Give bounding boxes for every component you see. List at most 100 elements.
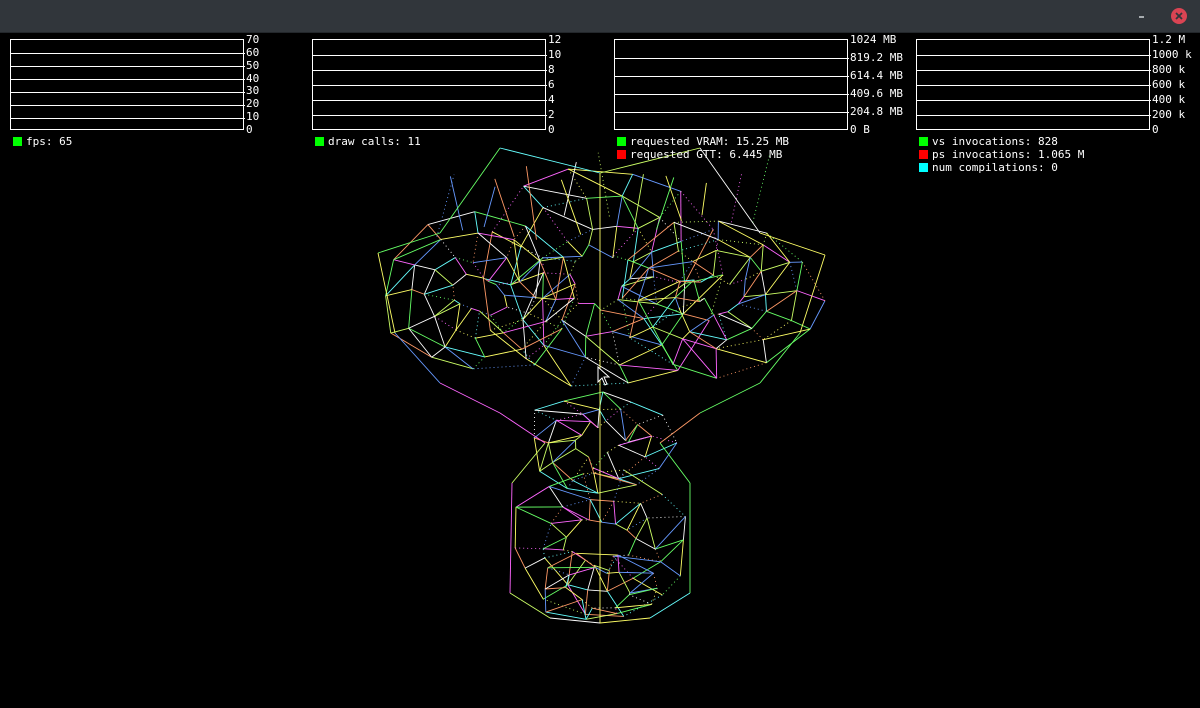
mesh-edge xyxy=(513,225,526,240)
mesh-edge xyxy=(730,171,743,223)
graph-tick-label: 1.2 M xyxy=(1152,33,1186,46)
mesh-edge xyxy=(718,313,753,329)
mesh-edge xyxy=(613,469,625,502)
mesh-edge xyxy=(718,220,767,234)
mesh-edge xyxy=(576,552,618,556)
mesh-edge xyxy=(608,555,614,571)
mesh-edge xyxy=(628,538,637,556)
mesh-edge xyxy=(452,273,467,286)
mesh-edge xyxy=(809,300,826,330)
graph-tick-label: 600 k xyxy=(1152,78,1186,91)
mesh-edge xyxy=(762,244,791,263)
mesh-edge xyxy=(612,226,618,258)
graph-grid-line xyxy=(11,118,245,119)
mesh-edge xyxy=(466,273,485,279)
mesh-edge xyxy=(562,257,575,299)
mesh-edge xyxy=(556,413,583,421)
mesh-edge xyxy=(494,178,515,237)
minimize-button[interactable] xyxy=(1134,8,1150,24)
mesh-edge xyxy=(555,257,564,300)
mesh-edge xyxy=(762,339,767,363)
mesh-edge xyxy=(474,211,479,234)
legend-color-swatch xyxy=(617,150,626,159)
mesh-edge xyxy=(716,362,767,379)
mesh-edge xyxy=(661,494,686,517)
mesh-edge xyxy=(439,382,501,414)
mesh-edge xyxy=(414,239,442,266)
graph-grid-line xyxy=(11,92,245,93)
mesh-edge xyxy=(434,269,454,286)
mesh-edge xyxy=(515,486,550,508)
mesh-edge xyxy=(587,589,608,592)
graph-tick-label: 2 xyxy=(548,108,555,121)
mesh-edge xyxy=(509,592,551,619)
mesh-edge xyxy=(637,300,654,328)
graph-tick-label: 6 xyxy=(548,78,555,91)
mesh-edge xyxy=(701,182,707,216)
mesh-edge xyxy=(563,391,603,402)
graph-legend-item: requested GTT: 6.445 MB xyxy=(617,148,782,161)
graph-tick-label: 0 xyxy=(548,123,555,136)
mesh-edge xyxy=(586,195,623,199)
mesh-edge xyxy=(488,280,497,286)
mesh-edge xyxy=(712,250,717,276)
mesh-edge xyxy=(427,224,442,240)
graph-tick-label: 70 xyxy=(246,33,260,46)
close-button[interactable] xyxy=(1171,8,1187,24)
graph-tick-label: 12 xyxy=(548,33,562,46)
graph-tick-label: 1000 k xyxy=(1152,48,1192,61)
mesh-edge xyxy=(601,501,615,523)
graph-legend-item: requested VRAM: 15.25 MB xyxy=(617,135,789,148)
mesh-edge xyxy=(560,179,582,235)
mesh-edge xyxy=(618,444,646,458)
mesh-edge xyxy=(699,382,761,414)
mesh-edge xyxy=(563,549,573,552)
mesh-edge xyxy=(393,259,415,266)
mesh-edge xyxy=(632,228,639,262)
mesh-edge xyxy=(651,252,655,277)
mesh-edge xyxy=(523,168,569,187)
mesh-edge xyxy=(556,419,582,436)
mesh-edge xyxy=(499,147,601,174)
mesh-edge xyxy=(626,529,637,539)
mesh-edge xyxy=(545,587,566,590)
mesh-edge xyxy=(656,283,685,305)
mesh-edge xyxy=(647,516,686,519)
mesh-edge xyxy=(592,225,617,230)
mesh-edge xyxy=(544,588,547,613)
mesh-edge xyxy=(605,408,621,422)
mesh-edge xyxy=(544,567,549,590)
mesh-edge xyxy=(619,344,662,366)
mesh-edge xyxy=(574,283,579,304)
mesh-edge xyxy=(620,401,632,410)
render-viewport[interactable]: 70 60 50 40 30 20 10 0 fps: 65 12 10 8 6 4 2 0 draw cal… xyxy=(0,33,1200,708)
graph-grid-line xyxy=(313,115,547,116)
mesh-edge xyxy=(472,356,486,370)
mesh-edge xyxy=(615,502,641,525)
graph-tick-label: 1024 MB xyxy=(850,33,897,46)
mesh-edge xyxy=(562,506,590,521)
mesh-edge xyxy=(621,174,634,197)
mesh-edge xyxy=(519,260,541,283)
mesh-edge xyxy=(556,419,591,423)
mesh-edge xyxy=(643,303,657,319)
mesh-edge xyxy=(653,276,658,304)
mesh-edge xyxy=(431,346,446,358)
mesh-edge xyxy=(637,217,660,229)
mesh-edge xyxy=(693,279,701,302)
mesh-edge xyxy=(510,284,524,320)
mesh-edge xyxy=(585,331,613,337)
mesh-edge xyxy=(630,401,663,416)
mesh-edge xyxy=(656,177,675,230)
mesh-edge xyxy=(678,308,691,332)
draw-calls-graph xyxy=(312,39,547,130)
mesh-edge xyxy=(628,424,639,443)
mesh-edge xyxy=(588,229,594,245)
mesh-edge xyxy=(434,257,456,271)
mesh-edge xyxy=(684,274,724,285)
mesh-edge xyxy=(504,294,536,299)
mesh-edge xyxy=(607,444,619,453)
mesh-edge xyxy=(760,244,764,272)
mesh-edge xyxy=(543,598,586,615)
mesh-edge xyxy=(715,239,719,251)
